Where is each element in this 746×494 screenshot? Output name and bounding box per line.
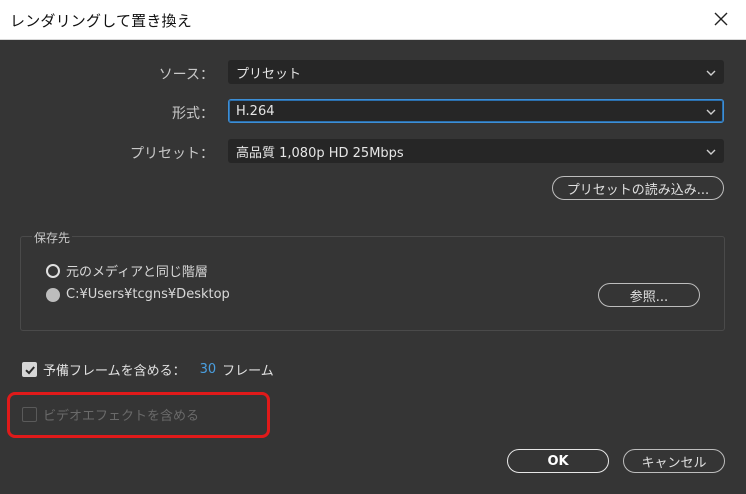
load-preset-button[interactable]: プリセットの読み込み... [552, 176, 724, 200]
handles-count-value[interactable]: 30 [200, 362, 217, 377]
handles-unit-label: フレーム [222, 364, 274, 379]
radio-button-unselected[interactable] [46, 263, 60, 278]
title-bar: レンダリングして置き換え [0, 0, 746, 40]
close-icon [714, 12, 728, 26]
radio-custom-path[interactable]: C:¥Users¥tcgns¥Desktop [46, 287, 230, 302]
handles-checkbox[interactable] [22, 362, 37, 377]
handles-label: 予備フレームを含める： [43, 364, 186, 379]
close-button[interactable] [704, 4, 738, 34]
source-label: ソース： [158, 67, 214, 83]
radio-same-as-media-label: 元のメディアと同じ階層 [66, 265, 208, 280]
preset-select[interactable]: 高品質 1,080p HD 25Mbps [228, 139, 724, 163]
chevron-down-icon [706, 70, 716, 76]
format-select[interactable]: H.264 [228, 99, 724, 123]
source-value: プリセット [236, 66, 302, 82]
preset-value: 高品質 1,080p HD 25Mbps [236, 145, 404, 161]
custom-path-label: C:¥Users¥tcgns¥Desktop [66, 287, 230, 302]
checkmark-icon [24, 365, 35, 374]
chevron-down-icon [706, 109, 716, 115]
cancel-button[interactable]: キャンセル [623, 449, 725, 473]
dialog-title: レンダリングして置き換え [10, 12, 192, 30]
red-highlight-annotation [7, 392, 270, 438]
ok-button[interactable]: OK [507, 449, 609, 473]
format-label: 形式： [172, 106, 214, 122]
radio-same-as-media[interactable]: 元のメディアと同じ階層 [46, 261, 208, 280]
preset-label: プリセット： [130, 146, 214, 162]
chevron-down-icon [706, 149, 716, 155]
source-select[interactable]: プリセット [228, 60, 724, 84]
format-value: H.264 [236, 103, 275, 119]
destination-group-label: 保存先 [32, 229, 73, 246]
render-replace-dialog: レンダリングして置き換え ソース： プリセット 形式： H.264 プリセット：… [0, 0, 746, 494]
handles-checkbox-row[interactable]: 予備フレームを含める： 30 フレーム [22, 360, 274, 379]
radio-button-selected[interactable] [46, 287, 60, 302]
browse-button[interactable]: 参照... [598, 283, 700, 307]
